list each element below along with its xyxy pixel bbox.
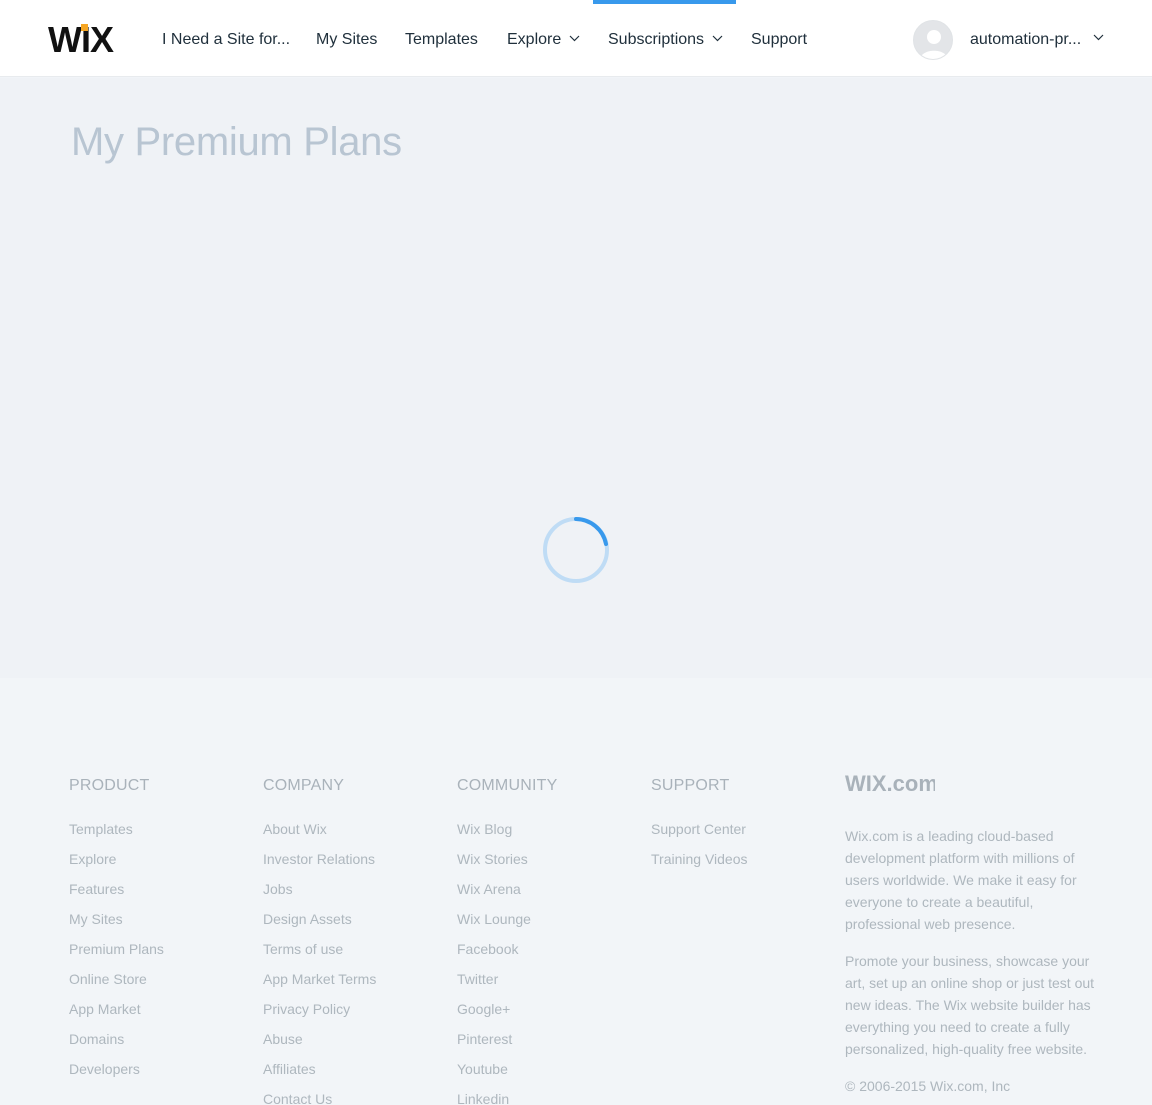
- footer-column-support: SUPPORT Support Center Training Videos: [651, 776, 748, 880]
- footer-link-contact-us[interactable]: Contact Us: [263, 1090, 376, 1105]
- svg-text:WIX.com: WIX.com: [845, 771, 935, 796]
- nav-templates[interactable]: Templates: [405, 30, 478, 50]
- footer: PRODUCT Templates Explore Features My Si…: [0, 678, 1152, 1105]
- footer-link-training-videos[interactable]: Training Videos: [651, 850, 748, 880]
- footer-link-about-wix[interactable]: About Wix: [263, 820, 376, 850]
- chevron-down-icon[interactable]: [1093, 34, 1104, 41]
- footer-link-privacy-policy[interactable]: Privacy Policy: [263, 1000, 376, 1030]
- nav-support[interactable]: Support: [751, 30, 807, 50]
- footer-link-my-sites[interactable]: My Sites: [69, 910, 164, 940]
- footer-link-explore[interactable]: Explore: [69, 850, 164, 880]
- nav-explore[interactable]: Explore: [507, 30, 580, 50]
- wix-logo[interactable]: WIX: [48, 22, 124, 56]
- footer-link-online-store[interactable]: Online Store: [69, 970, 164, 1000]
- footer-link-linkedin[interactable]: Linkedin: [457, 1090, 557, 1105]
- footer-link-youtube[interactable]: Youtube: [457, 1060, 557, 1090]
- chevron-down-icon: [712, 35, 723, 42]
- active-nav-indicator: [593, 0, 736, 4]
- footer-column-company: COMPANY About Wix Investor Relations Job…: [263, 776, 376, 1105]
- nav-explore-label: Explore: [507, 31, 562, 48]
- footer-link-wix-stories[interactable]: Wix Stories: [457, 850, 557, 880]
- footer-link-wix-arena[interactable]: Wix Arena: [457, 880, 557, 910]
- footer-link-features[interactable]: Features: [69, 880, 164, 910]
- footer-link-developers[interactable]: Developers: [69, 1060, 164, 1090]
- nav-i-need-a-site[interactable]: I Need a Site for...: [162, 30, 290, 50]
- spinner-icon: [543, 517, 609, 583]
- copyright: © 2006-2015 Wix.com, Inc: [845, 1078, 1011, 1094]
- footer-link-facebook[interactable]: Facebook: [457, 940, 557, 970]
- user-name[interactable]: automation-pr...: [970, 30, 1081, 50]
- wix-com-logo[interactable]: WIX.com: [845, 770, 938, 796]
- top-header: WIX I Need a Site for... My Sites Templa…: [0, 0, 1152, 77]
- footer-link-templates[interactable]: Templates: [69, 820, 164, 850]
- footer-link-terms-of-use[interactable]: Terms of use: [263, 940, 376, 970]
- footer-link-premium-plans[interactable]: Premium Plans: [69, 940, 164, 970]
- footer-link-affiliates[interactable]: Affiliates: [263, 1060, 376, 1090]
- footer-heading: PRODUCT: [69, 777, 150, 794]
- footer-link-google-plus[interactable]: Google+: [457, 1000, 557, 1030]
- footer-link-pinterest[interactable]: Pinterest: [457, 1030, 557, 1060]
- footer-link-wix-lounge[interactable]: Wix Lounge: [457, 910, 557, 940]
- footer-link-app-market[interactable]: App Market: [69, 1000, 164, 1030]
- footer-link-jobs[interactable]: Jobs: [263, 880, 376, 910]
- footer-link-support-center[interactable]: Support Center: [651, 820, 748, 850]
- nav-subscriptions[interactable]: Subscriptions: [608, 30, 723, 50]
- footer-link-domains[interactable]: Domains: [69, 1030, 164, 1060]
- footer-link-abuse[interactable]: Abuse: [263, 1030, 376, 1060]
- nav-my-sites[interactable]: My Sites: [316, 30, 377, 50]
- svg-text:WIX: WIX: [48, 22, 114, 56]
- about-paragraph: Promote your business, showcase your art…: [845, 953, 1095, 1057]
- nav-subscriptions-label: Subscriptions: [608, 31, 705, 48]
- footer-link-design-assets[interactable]: Design Assets: [263, 910, 376, 940]
- chevron-down-icon: [569, 35, 580, 42]
- footer-link-app-market-terms[interactable]: App Market Terms: [263, 970, 376, 1000]
- footer-heading: SUPPORT: [651, 777, 730, 794]
- footer-heading: COMPANY: [263, 777, 345, 794]
- user-silhouette-icon: [920, 30, 948, 59]
- main-content: My Premium Plans: [0, 78, 1152, 678]
- footer-link-twitter[interactable]: Twitter: [457, 970, 557, 1000]
- footer-about: WIX.com Wix.com is a leading cloud-based…: [845, 770, 1105, 1097]
- user-avatar[interactable]: [913, 20, 953, 60]
- footer-link-investor-relations[interactable]: Investor Relations: [263, 850, 376, 880]
- footer-column-product: PRODUCT Templates Explore Features My Si…: [69, 776, 164, 1090]
- footer-heading: COMMUNITY: [457, 777, 558, 794]
- footer-column-community: COMMUNITY Wix Blog Wix Stories Wix Arena…: [457, 776, 557, 1105]
- footer-link-wix-blog[interactable]: Wix Blog: [457, 820, 557, 850]
- about-paragraph: Wix.com is a leading cloud-based develop…: [845, 828, 1077, 932]
- page-title: My Premium Plans: [71, 120, 402, 164]
